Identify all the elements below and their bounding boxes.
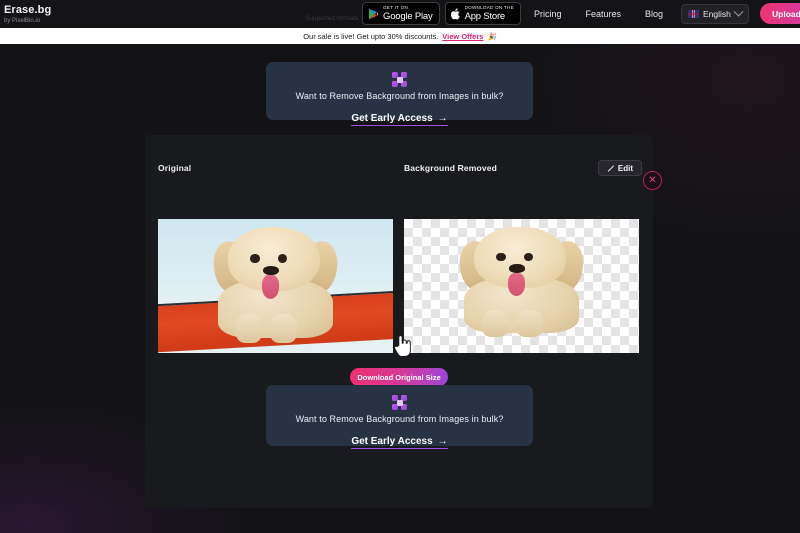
promo-cta-label: Get Early Access	[351, 113, 433, 124]
original-photo	[158, 219, 393, 353]
supported-formats-text: Supported formats	[305, 15, 359, 22]
nav-link-features[interactable]: Features	[586, 9, 622, 19]
puppy-nose	[262, 265, 279, 276]
upload-image-button[interactable]: Upload Image	[760, 3, 800, 24]
puppy-subject	[209, 227, 342, 345]
nav-link-pricing[interactable]: Pricing	[534, 9, 562, 19]
edit-button[interactable]: Edit	[597, 160, 642, 176]
brand-name: Erase.bg	[4, 3, 52, 16]
sale-banner-text: Our sale is live! Get upto 30% discounts…	[303, 31, 439, 41]
download-original-size-button[interactable]: Download Original Size	[350, 368, 448, 386]
google-play-icon	[368, 8, 379, 19]
puppy-paw-right	[270, 314, 297, 343]
top-navigation-bar: Erase.bg by PixelBin.io Supported format…	[0, 0, 800, 28]
close-result-button[interactable]: ✕	[643, 171, 662, 190]
main-content: Want to Remove Background from Images in…	[0, 44, 800, 533]
original-image-panel[interactable]	[158, 219, 393, 353]
bulk-promo-card-bottom[interactable]: Want to Remove Background from Images in…	[266, 385, 533, 449]
nav-links: Pricing Features Blog	[534, 0, 663, 28]
store-badges: GET IT ON Google Play Download on the Ap…	[362, 2, 521, 25]
puppy-nose-cutout	[508, 264, 525, 274]
view-offers-link[interactable]: View Offers	[442, 32, 483, 41]
puppy-tongue-cutout	[507, 273, 525, 296]
puppy-paw-left-cutout	[482, 310, 509, 338]
nav-link-blog[interactable]: Blog	[645, 9, 663, 19]
panel-header: Original Background Removed Edit	[145, 160, 653, 178]
bulk-promo-card-top[interactable]: Want to Remove Background from Images in…	[266, 62, 533, 126]
puppy-subject-cutout	[455, 227, 588, 340]
background-removed-label: Background Removed	[404, 163, 497, 173]
edit-button-label: Edit	[617, 163, 633, 173]
party-popper-icon: 🎉	[487, 31, 497, 41]
get-early-access-link-bottom[interactable]: Get Early Access →	[351, 435, 448, 449]
puppy-paw-left	[236, 314, 263, 343]
google-play-badge[interactable]: GET IT ON Google Play	[362, 2, 440, 25]
pencil-icon	[607, 165, 614, 172]
bulk-sparkle-icon-bottom	[392, 395, 407, 410]
arrow-right-icon: →	[437, 112, 448, 124]
brand-logo[interactable]: Erase.bg by PixelBin.io	[0, 0, 150, 28]
app-store-badge[interactable]: Download on the App Store	[444, 2, 521, 25]
uk-flag-icon	[688, 10, 699, 18]
original-label: Original	[158, 163, 192, 173]
language-label: English	[703, 9, 731, 19]
google-play-badge-label: Google Play	[383, 10, 433, 22]
app-store-badge-label: App Store	[464, 10, 506, 22]
result-card: Original Background Removed Edit Downloa…	[145, 135, 653, 508]
arrow-right-icon-bottom: →	[437, 435, 448, 447]
brand-subtitle: by PixelBin.io	[4, 17, 41, 24]
sale-banner: Our sale is live! Get upto 30% discounts…	[0, 28, 800, 44]
apple-icon	[450, 7, 460, 19]
get-early-access-link-top[interactable]: Get Early Access →	[351, 112, 448, 126]
google-play-badge-sup: GET IT ON	[383, 4, 409, 10]
promo-title: Want to Remove Background from Images in…	[295, 91, 504, 101]
bulk-sparkle-icon	[392, 72, 407, 87]
promo-title-bottom: Want to Remove Background from Images in…	[295, 414, 504, 424]
puppy-eye-left-cutout	[496, 252, 506, 262]
promo-cta-label-bottom: Get Early Access	[351, 436, 433, 447]
puppy-paw-right-cutout	[516, 310, 543, 338]
puppy-eye-left	[250, 254, 260, 263]
language-selector[interactable]: English	[681, 4, 749, 24]
puppy-tongue	[261, 275, 279, 299]
app-store-badge-sup: Download on the	[464, 4, 514, 10]
background-removed-image-panel[interactable]	[404, 219, 639, 353]
transparency-checkerboard	[404, 219, 639, 353]
chevron-down-icon	[733, 6, 744, 17]
